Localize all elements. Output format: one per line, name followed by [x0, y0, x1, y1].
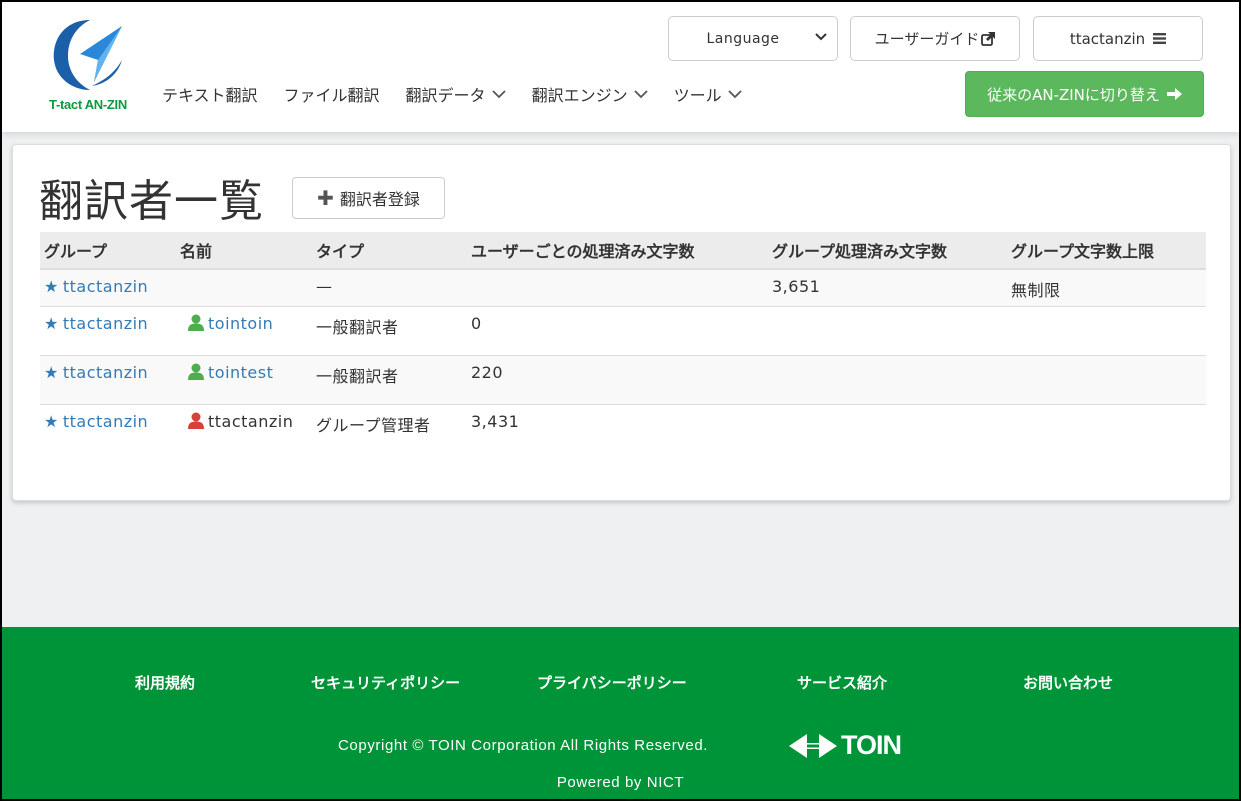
cell-group: ★ ttactanzin [40, 269, 176, 307]
nav-label: テキスト翻訳 [162, 86, 258, 105]
cell-group-chars [768, 355, 1007, 405]
language-select[interactable]: Language [668, 16, 838, 61]
footer-link-security-policy[interactable]: セキュリティポリシー [311, 672, 460, 693]
user-guide-button[interactable]: ユーザーガイド [850, 16, 1020, 61]
footer-link-privacy-policy[interactable]: プライバシーポリシー [537, 672, 687, 693]
hamburger-menu-icon [1153, 33, 1167, 44]
toin-logo-text: TOIN [841, 730, 902, 760]
translator-list-panel: 翻訳者一覧 ✚ 翻訳者登録 グループ 名前 タイプ ユーザーごとの処理済み文字数… [12, 144, 1231, 501]
cell-group-chars: 3,651 [768, 269, 1007, 307]
table-row: ★ ttactanzin tointoin 一般翻訳者 0 [40, 306, 1206, 356]
user-menu-label: ttactanzin [1069, 29, 1146, 48]
nav-label: 翻訳データ [405, 86, 486, 105]
cell-type: 一般翻訳者 [312, 306, 467, 356]
cell-group: ★ ttactanzin [40, 355, 176, 405]
group-link[interactable]: ttactanzin [63, 363, 148, 382]
nav-tools-dropdown[interactable]: ツール [674, 82, 742, 106]
chevron-down-icon [491, 89, 506, 98]
add-translator-label: 翻訳者登録 [339, 190, 420, 209]
table-row: ★ ttactanzin tointest 一般翻訳者 220 [40, 355, 1206, 405]
translator-table: グループ 名前 タイプ ユーザーごとの処理済み文字数 グループ処理済み文字数 グ… [40, 232, 1206, 452]
cell-name: ttactanzin [176, 404, 312, 452]
chevron-down-icon [815, 33, 827, 41]
cell-group-limit: 無制限 [1007, 269, 1206, 307]
nav-file-translation[interactable]: ファイル翻訳 [284, 82, 380, 106]
cell-group-limit [1007, 404, 1206, 452]
cell-name: tointoin [176, 306, 312, 356]
user-menu-button[interactable]: ttactanzin [1033, 16, 1203, 61]
user-guide-label: ユーザーガイド [874, 30, 980, 48]
nav-translation-engine-dropdown[interactable]: 翻訳エンジン [532, 82, 648, 106]
logo-text: T-tact AN-ZIN [49, 97, 127, 112]
app-logo[interactable]: T-tact AN-ZIN [40, 16, 136, 116]
col-header-group[interactable]: グループ [40, 232, 176, 270]
person-green-icon [188, 314, 204, 331]
cell-group-chars [768, 404, 1007, 452]
footer-link-service-intro[interactable]: サービス紹介 [797, 672, 887, 693]
footer-link-terms[interactable]: 利用規約 [135, 672, 195, 693]
nav-label: ツール [673, 86, 722, 105]
language-select-value: Language [706, 30, 780, 47]
external-link-icon [981, 31, 996, 46]
add-translator-button[interactable]: ✚ 翻訳者登録 [292, 177, 445, 219]
group-link[interactable]: ttactanzin [63, 277, 148, 296]
group-link[interactable]: ttactanzin [63, 412, 148, 431]
star-icon: ★ [44, 362, 59, 382]
cell-user-chars: 3,431 [471, 411, 520, 431]
cell-name: tointest [176, 355, 312, 405]
col-header-user-chars[interactable]: ユーザーごとの処理済み文字数 [467, 232, 768, 270]
cell-group-chars [768, 306, 1007, 356]
switch-to-legacy-button[interactable]: 従来のAN-ZINに切り替え [965, 71, 1204, 117]
toin-mark-icon [789, 733, 837, 758]
cell-user-chars [467, 269, 768, 307]
chevron-down-icon [633, 89, 648, 98]
col-header-type[interactable]: タイプ [312, 232, 467, 270]
user-name: ttactanzin [208, 411, 294, 431]
top-header: T-tact AN-ZIN テキスト翻訳 ファイル翻訳 翻訳データ 翻訳エンジン… [2, 2, 1239, 132]
main-nav: テキスト翻訳 ファイル翻訳 翻訳データ 翻訳エンジン ツール [162, 82, 768, 106]
col-header-group-limit[interactable]: グループ文字数上限 [1007, 232, 1206, 270]
cell-type: 一般翻訳者 [312, 355, 467, 405]
switch-label: 従来のAN-ZINに切り替え [987, 85, 1160, 104]
footer-link-contact[interactable]: お問い合わせ [1023, 672, 1113, 693]
nav-label: 翻訳エンジン [531, 86, 628, 105]
copyright-text: Copyright © TOIN Corporation All Rights … [338, 737, 709, 754]
chevron-down-icon [727, 89, 742, 98]
cell-user-chars: 0 [467, 306, 768, 356]
table-header-row: グループ 名前 タイプ ユーザーごとの処理済み文字数 グループ処理済み文字数 グ… [40, 232, 1206, 270]
person-red-icon [188, 412, 204, 429]
nav-translation-data-dropdown[interactable]: 翻訳データ [406, 82, 506, 106]
col-header-group-chars[interactable]: グループ処理済み文字数 [768, 232, 1007, 270]
site-footer: 利用規約 セキュリティポリシー プライバシーポリシー サービス紹介 お問い合わせ… [2, 627, 1239, 799]
cell-type: グループ管理者 [316, 415, 431, 435]
table-row: ★ ttactanzin ttactanzin グループ管理者 3,431 [40, 404, 1206, 452]
person-green-icon [188, 363, 204, 380]
star-icon: ★ [44, 411, 59, 431]
cell-group: ★ ttactanzin [40, 306, 176, 356]
star-icon: ★ [44, 277, 59, 296]
col-header-name[interactable]: 名前 [176, 232, 312, 270]
table-row: ★ ttactanzin — 3,651 無制限 [40, 269, 1206, 307]
cell-type: — [312, 269, 467, 307]
user-link[interactable]: tointest [208, 363, 273, 382]
nav-label: ファイル翻訳 [283, 86, 380, 105]
page-title: 翻訳者一覧 [39, 176, 264, 227]
arrow-right-icon [1166, 88, 1182, 100]
cell-group-limit [1007, 355, 1206, 405]
user-link[interactable]: tointoin [208, 314, 273, 333]
cell-user-chars: 220 [467, 355, 768, 405]
cell-name [176, 269, 312, 307]
star-icon: ★ [44, 313, 59, 333]
nav-text-translation[interactable]: テキスト翻訳 [162, 82, 258, 106]
cell-group: ★ ttactanzin [40, 404, 176, 452]
group-link[interactable]: ttactanzin [63, 314, 148, 333]
cell-group-limit [1007, 306, 1206, 356]
plus-icon: ✚ [317, 186, 334, 210]
logo-plane-icon [53, 20, 122, 90]
toin-logo: TOIN [789, 730, 902, 761]
powered-by-text: Powered by NICT [556, 774, 685, 791]
